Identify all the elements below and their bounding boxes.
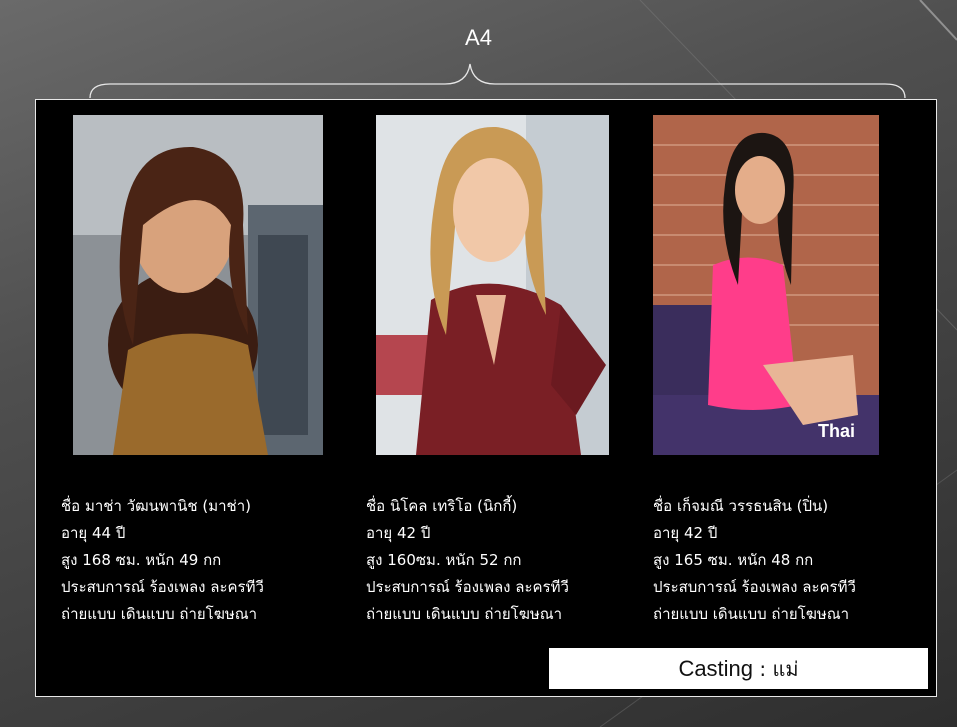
model-experience: ประสบการณ์ ร้องเพลง ละครทีวี: [61, 578, 264, 596]
model-name: ชื่อ มาช่า วัฒนพานิช (มาช่า): [61, 497, 251, 515]
model-size: สูง 160ซม. หนัก 52 กก: [366, 551, 522, 569]
model-age: อายุ 42 ปี: [366, 524, 431, 542]
casting-card: Thai ชื่อ มาช่า วัฒนพานิช (มาช่า) อายุ 4…: [35, 99, 937, 697]
model-experience-2: ถ่ายแบบ เดินแบบ ถ่ายโฆษณา: [653, 605, 850, 623]
model-name: ชื่อ นิโคล เทริโอ (นิกกี้): [366, 497, 518, 515]
casting-role-box: Casting : แม่: [549, 648, 928, 689]
model-photo-1: [73, 115, 323, 455]
model-info-1: ชื่อ มาช่า วัฒนพานิช (มาช่า) อายุ 44 ปี …: [61, 493, 264, 628]
model-info-2: ชื่อ นิโคล เทริโอ (นิกกี้) อายุ 42 ปี สู…: [366, 493, 569, 628]
model-size: สูง 165 ซม. หนัก 48 กก: [653, 551, 814, 569]
casting-role: แม่: [772, 657, 799, 681]
model-photo-2: [376, 115, 609, 455]
model-photo-3: Thai: [653, 115, 879, 455]
casting-label: Casting: [678, 656, 754, 681]
model-experience-2: ถ่ายแบบ เดินแบบ ถ่ายโฆษณา: [366, 605, 563, 623]
model-info-3: ชื่อ เก็จมณี วรรธนสิน (ปิ่น) อายุ 42 ปี …: [653, 493, 856, 628]
model-age: อายุ 44 ปี: [61, 524, 126, 542]
model-name: ชื่อ เก็จมณี วรรธนสิน (ปิ่น): [653, 497, 829, 515]
model-experience: ประสบการณ์ ร้องเพลง ละครทีวี: [366, 578, 569, 596]
casting-separator: :: [753, 657, 773, 681]
model-experience: ประสบการณ์ ร้องเพลง ละครทีวี: [653, 578, 856, 596]
model-size: สูง 168 ซม. หนัก 49 กก: [61, 551, 222, 569]
photo-watermark: Thai: [818, 421, 855, 441]
model-age: อายุ 42 ปี: [653, 524, 718, 542]
width-brace: [89, 63, 906, 99]
model-experience-2: ถ่ายแบบ เดินแบบ ถ่ายโฆษณา: [61, 605, 258, 623]
